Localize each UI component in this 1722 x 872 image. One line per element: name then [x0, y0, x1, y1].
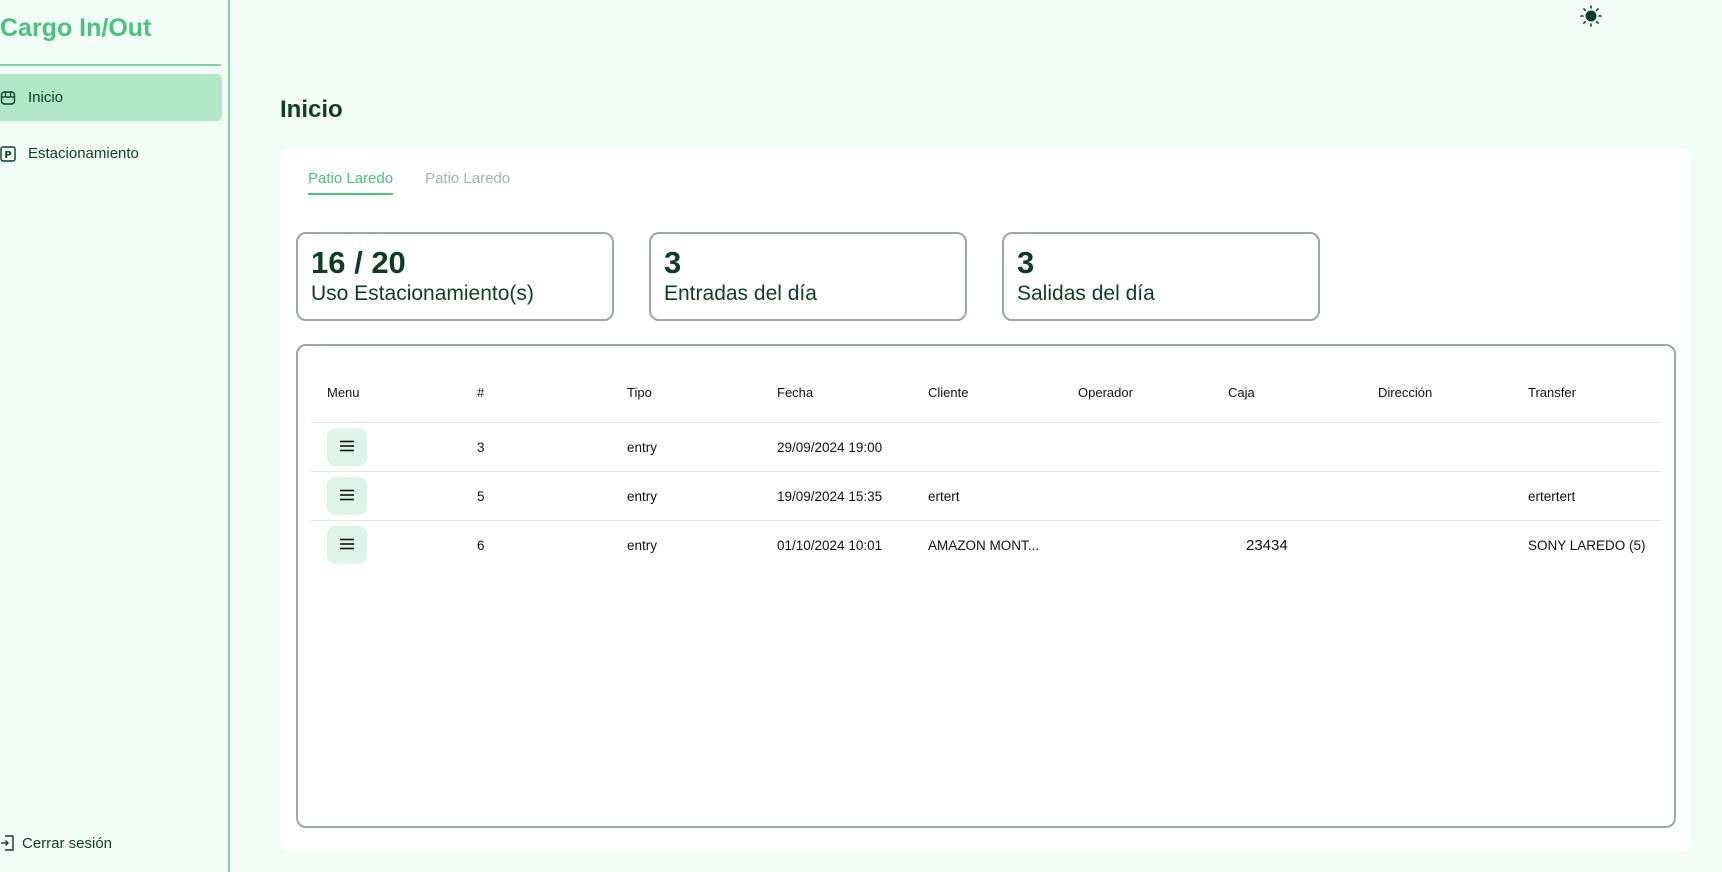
column-header-transfer: Transfer — [1512, 362, 1661, 423]
table-header-row: Menu # Tipo Fecha Cliente Operador Caja … — [311, 362, 1661, 423]
hamburger-icon — [340, 440, 354, 455]
row-menu-button[interactable] — [327, 428, 367, 466]
stat-card-entries: 3 Entradas del día — [649, 232, 967, 321]
parking-icon: P — [0, 145, 16, 162]
tab-patio-laredo-1[interactable]: Patio Laredo — [308, 170, 394, 195]
hamburger-icon — [340, 489, 354, 504]
home-icon — [0, 90, 16, 106]
sidebar-item-estacionamiento[interactable]: P Estacionamiento — [0, 130, 222, 177]
cell-cliente — [912, 422, 1062, 472]
column-header-operador: Operador — [1062, 362, 1212, 423]
cell-direccion — [1362, 422, 1512, 472]
stat-label: Uso Estacionamiento(s) — [311, 282, 534, 305]
sidebar-item-inicio[interactable]: Inicio — [0, 74, 222, 121]
cell-caja — [1212, 471, 1362, 521]
stat-label: Entradas del día — [664, 282, 817, 305]
cell-fecha: 29/09/2024 19:00 — [761, 422, 912, 472]
cell-operador — [1062, 471, 1212, 521]
logout-button[interactable]: Cerrar sesión — [0, 834, 112, 852]
stat-value: 3 — [664, 245, 682, 280]
column-header-tipo: Tipo — [611, 362, 761, 423]
cell-fecha: 01/10/2024 10:01 — [777, 537, 883, 553]
cell-tipo: entry — [611, 422, 761, 472]
cell-operador — [1062, 521, 1212, 570]
cell-cliente: AMAZON MONT... — [928, 537, 1039, 553]
column-header-cliente: Cliente — [912, 362, 1062, 423]
page-title: Inicio — [280, 96, 343, 123]
cell-number: 6 — [477, 537, 485, 553]
cell-tipo: entry — [627, 537, 658, 553]
cell-cliente: ertert — [912, 471, 1062, 521]
title-divider — [0, 64, 221, 66]
column-header-number: # — [461, 362, 611, 423]
cell-direccion — [1362, 521, 1512, 570]
movements-table: Menu # Tipo Fecha Cliente Operador Caja … — [311, 362, 1661, 569]
cell-caja — [1212, 422, 1362, 472]
cell-number: 3 — [461, 422, 611, 472]
tab-patio-laredo-2[interactable]: Patio Laredo — [425, 170, 510, 195]
row-menu-button[interactable] — [327, 526, 367, 564]
cell-transfer — [1512, 422, 1661, 472]
svg-text:P: P — [4, 150, 11, 161]
stat-card-parking-usage: 16 / 20 Uso Estacionamiento(s) — [296, 232, 614, 321]
cell-direccion — [1362, 471, 1512, 521]
stat-value: 16 / 20 — [311, 245, 406, 280]
row-menu-button[interactable] — [327, 477, 367, 515]
cell-transfer: SONY LAREDO (5) — [1528, 537, 1646, 553]
table-row: 5 entry 19/09/2024 15:35 ertert erterter… — [311, 471, 1661, 521]
cell-caja: 23434 — [1246, 536, 1288, 554]
stat-card-exits: 3 Salidas del día — [1002, 232, 1320, 321]
stat-label: Salidas del día — [1017, 282, 1155, 305]
tab-bar: Patio Laredo Patio Laredo — [308, 170, 510, 195]
sidebar: Cargo In/Out Inicio P Estacionamiento Ce… — [0, 0, 230, 872]
column-header-direccion: Dirección — [1362, 362, 1512, 423]
column-header-fecha: Fecha — [761, 362, 912, 423]
sidebar-item-label: Estacionamiento — [28, 145, 139, 162]
cell-transfer: ertertert — [1512, 471, 1661, 521]
column-header-menu: Menu — [311, 362, 461, 423]
theme-toggle-button[interactable] — [1580, 5, 1602, 27]
table-row: 3 entry 29/09/2024 19:00 — [311, 422, 1661, 472]
cell-operador — [1062, 422, 1212, 472]
column-header-caja: Caja — [1212, 362, 1362, 423]
movements-table-card: Menu # Tipo Fecha Cliente Operador Caja … — [296, 344, 1676, 828]
logout-label: Cerrar sesión — [22, 834, 113, 852]
cell-tipo: entry — [611, 471, 761, 521]
logout-icon — [0, 834, 16, 852]
cell-number: 5 — [461, 471, 611, 521]
hamburger-icon — [340, 538, 354, 553]
sun-icon — [1580, 5, 1602, 31]
sidebar-item-label: Inicio — [28, 89, 64, 106]
cell-fecha: 19/09/2024 15:35 — [761, 471, 912, 521]
stat-value: 3 — [1017, 245, 1035, 280]
app-title: Cargo In/Out — [0, 14, 152, 42]
main-panel: Patio Laredo Patio Laredo 16 / 20 Uso Es… — [280, 148, 1691, 852]
table-row: 6 entry 01/10/2024 10:01 AMAZON MONT... … — [311, 521, 1661, 570]
